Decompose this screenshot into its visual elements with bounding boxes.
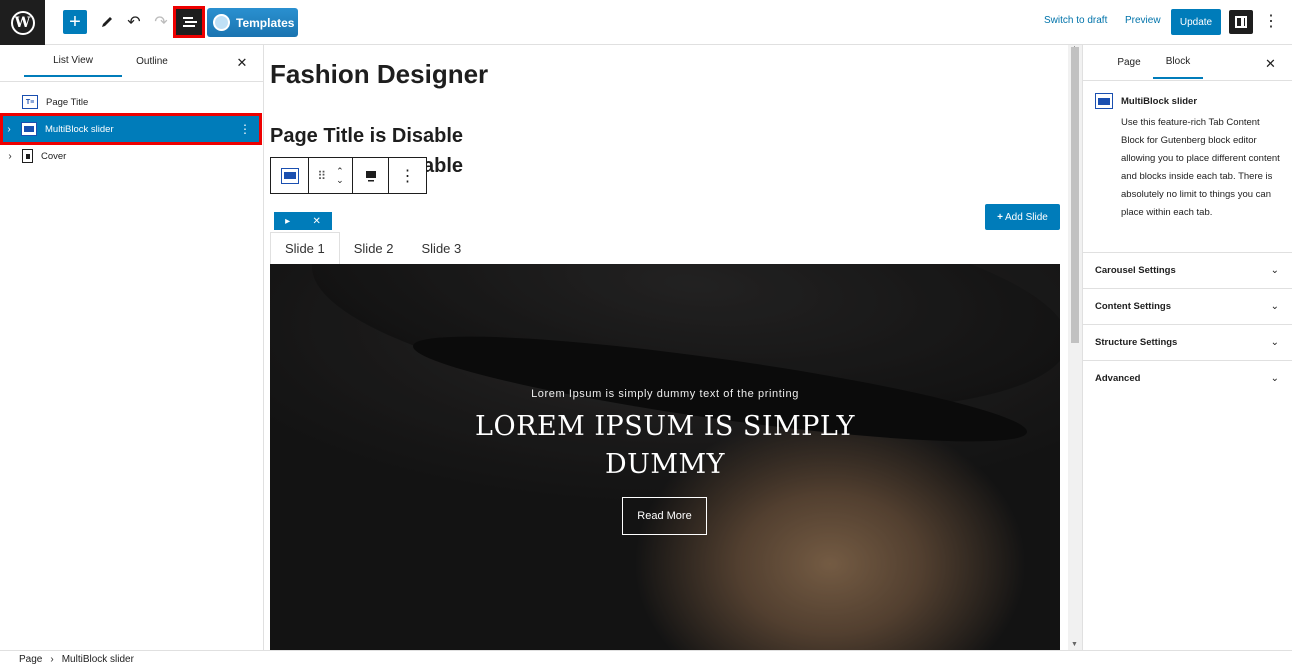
redo-button[interactable]: ↷ [151,10,171,34]
redo-icon: ↷ [154,14,168,31]
settings-toggle-button[interactable] [1229,10,1253,34]
editor-canvas: Fashion Designer Page Title is Disable P… [264,45,1068,650]
chevron-right-icon[interactable]: › [3,124,15,135]
close-icon[interactable]: ✕ [312,216,320,227]
breadcrumb-current[interactable]: MultiBlock slider [62,654,134,665]
settings-sidebar: Page Block ✕ MultiBlock slider Use this … [1082,45,1292,650]
scrollbar-thumb[interactable] [1071,47,1079,343]
slider-icon [280,167,299,184]
chevron-down-icon: ⌄ [1270,265,1279,276]
document-title[interactable]: Fashion Designer [270,59,488,90]
list-item-label: MultiBlock slider [45,123,114,135]
settings-tabs: Page Block ✕ [1083,45,1292,81]
list-item-cover[interactable]: › Cover [4,143,260,169]
list-view-icon [183,15,197,29]
plus-icon: + [997,211,1004,223]
block-type-button[interactable] [271,158,309,193]
pencil-icon [102,17,112,27]
tab-slide-2[interactable]: Slide 2 [340,232,408,264]
kebab-icon: ⋮ [399,167,416,185]
switch-to-draft-button[interactable]: Switch to draft [1044,15,1107,26]
add-block-button[interactable]: + [63,10,87,34]
read-more-button[interactable]: Read More [622,497,707,535]
block-options-button[interactable]: ⋮ [389,158,426,193]
templates-label: Templates [236,15,295,30]
panel-label: Advanced [1095,373,1141,384]
sidebar-icon [1235,16,1247,28]
tab-slide-1[interactable]: Slide 1 [270,232,340,264]
list-view-panel: List View Outline ✕ T≡ Page Title › Mult… [0,45,264,650]
close-icon[interactable]: ✕ [1265,56,1276,72]
preview-button[interactable]: Preview [1125,15,1161,26]
chevron-right-icon[interactable]: › [4,151,16,162]
play-icon[interactable]: ▸ [285,216,290,227]
hero-slide[interactable]: Lorem Ipsum is simply dummy text of the … [270,264,1060,650]
chevron-down-icon: ⌄ [1270,373,1279,384]
list-view-tabs: List View Outline ✕ [0,45,264,82]
chevron-down-icon: ⌄ [1270,301,1279,312]
hero-subtitle: Lorem Ipsum is simply dummy text of the … [531,388,799,400]
canvas-scrollbar[interactable]: ▲ ▼ [1068,45,1082,650]
close-icon[interactable]: ✕ [234,55,250,71]
add-slide-button[interactable]: + Add Slide [985,204,1060,230]
cover-icon [22,149,33,163]
breadcrumb-separator: › [50,654,54,665]
breadcrumb: Page › MultiBlock slider [0,650,1292,668]
list-item-label: Page Title [46,96,89,108]
panel-structure-settings[interactable]: Structure Settings ⌄ [1083,324,1292,360]
panel-advanced[interactable]: Advanced ⌄ [1083,360,1292,396]
tab-slide-3[interactable]: Slide 3 [408,232,476,264]
kebab-icon: ⋮ [1263,13,1279,30]
heading-block[interactable]: Page Title is Disable [270,125,463,148]
slide-controls: ▸ ✕ [274,212,332,230]
move-up-down-icon[interactable]: ⌃ ⌄ [336,166,344,185]
update-button[interactable]: Update [1171,9,1221,35]
wordpress-logo-icon[interactable]: W [0,0,45,45]
templates-button[interactable]: Templates [207,8,298,37]
list-item-page-title[interactable]: T≡ Page Title [4,89,260,115]
tab-block[interactable]: Block [1153,45,1203,79]
block-description: Use this feature-rich Tab Content Block … [1121,117,1280,218]
top-toolbar: W + ↶ ↷ Templates Switch to draft Previe… [0,0,1292,45]
hero-title: LOREM IPSUM IS SIMPLY DUMMY [475,411,855,480]
add-slide-label: Add Slide [1005,211,1048,223]
list-item-label: Cover [41,150,67,162]
move-controls: ⠿ ⌃ ⌄ [309,158,353,193]
scroll-down-icon[interactable]: ▼ [1071,641,1078,648]
block-toolbar: ⠿ ⌃ ⌄ ⋮ [270,157,427,194]
tab-list-view[interactable]: List View [24,45,122,77]
templates-icon [213,14,230,31]
list-view-toggle-button[interactable] [173,6,205,38]
tab-outline[interactable]: Outline [122,45,182,77]
undo-icon: ↶ [127,14,141,31]
slider-icon [1095,93,1113,109]
chevron-down-icon: ⌄ [1270,337,1279,348]
align-button[interactable] [353,158,389,193]
tab-page[interactable]: Page [1107,45,1151,79]
drag-handle-icon[interactable]: ⠿ [317,169,326,183]
breadcrumb-page[interactable]: Page [19,654,42,665]
panel-label: Structure Settings [1095,337,1178,348]
edit-tool-button[interactable] [97,10,117,34]
undo-button[interactable]: ↶ [124,10,144,34]
panel-content-settings[interactable]: Content Settings ⌄ [1083,288,1292,324]
more-options-button[interactable]: ⋮ [1263,12,1279,32]
panel-carousel-settings[interactable]: Carousel Settings ⌄ [1083,252,1292,288]
kebab-icon[interactable]: ⋮ [239,122,251,136]
list-item-multiblock-slider[interactable]: › MultiBlock slider ⋮ [0,113,262,145]
page-title-icon: T≡ [22,95,38,109]
block-name: MultiBlock slider [1121,96,1198,107]
slider-icon [21,122,37,136]
align-icon [365,170,376,181]
slide-tabs: Slide 1 Slide 2 Slide 3 [270,232,1060,264]
panel-label: Content Settings [1095,301,1171,312]
panel-label: Carousel Settings [1095,265,1176,276]
